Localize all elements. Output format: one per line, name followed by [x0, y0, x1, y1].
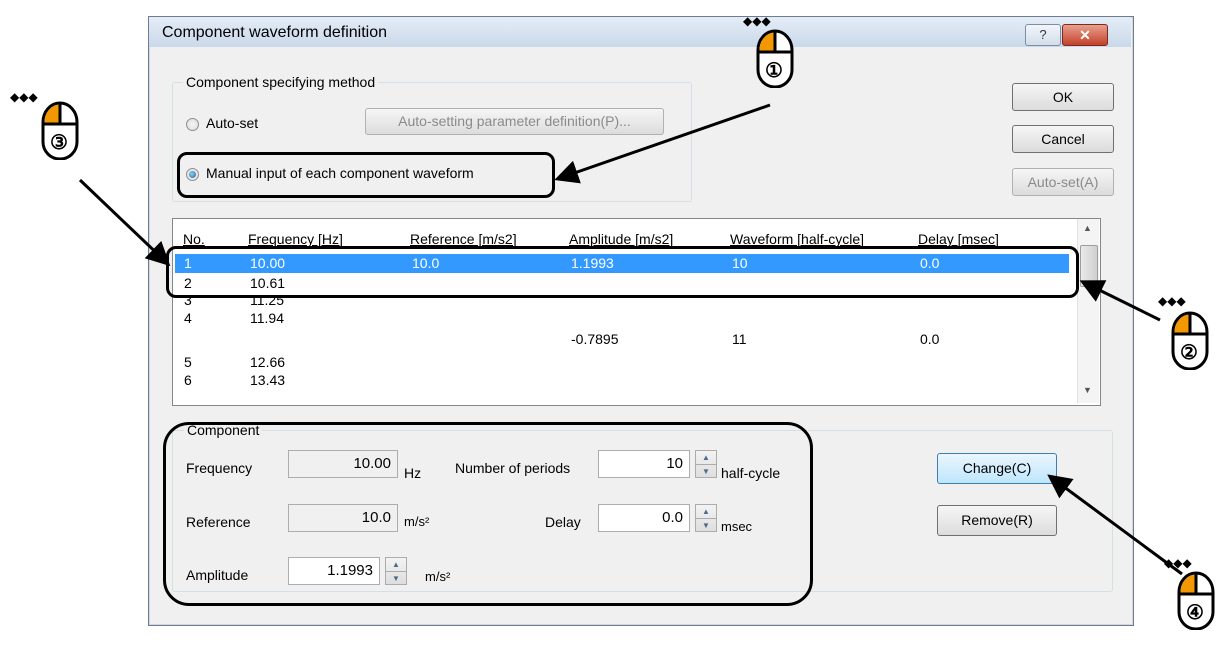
step4-number: ④	[1186, 602, 1204, 624]
sparkle-icon: ◆◆◆	[1158, 294, 1186, 308]
annotation-arrows	[78, 103, 1183, 576]
sparkle-icon: ◆◆◆	[10, 90, 38, 104]
step3-number: ③	[50, 132, 68, 154]
step1-number: ①	[765, 60, 783, 82]
arrow-step4	[1047, 474, 1183, 576]
arrow-step2	[1079, 280, 1161, 322]
arrow-step1	[554, 103, 771, 184]
sparkle-icon: ◆◆◆	[1164, 556, 1192, 570]
step2-number: ②	[1180, 342, 1198, 364]
sparkle-icon: ◆◆◆	[743, 14, 771, 28]
arrow-step3	[78, 178, 171, 267]
